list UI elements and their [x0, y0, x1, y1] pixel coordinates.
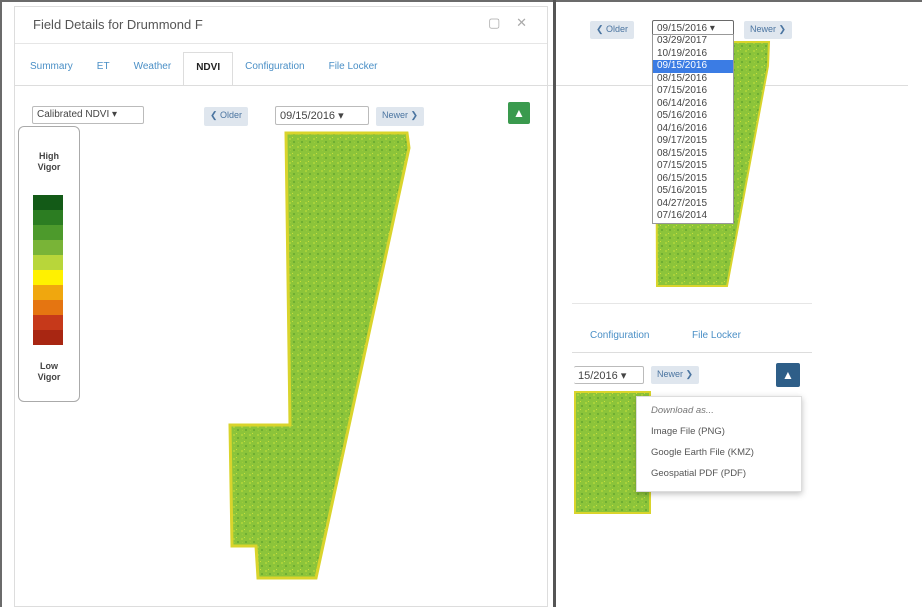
date-select-partial[interactable]: 15/2016 ▾ [574, 366, 644, 384]
list-item[interactable]: 06/15/2015 [653, 173, 733, 186]
list-item[interactable]: 06/14/2016 [653, 98, 733, 111]
list-item[interactable]: 07/15/2015 [653, 160, 733, 173]
list-item[interactable]: 09/17/2015 [653, 135, 733, 148]
field-boundary [228, 131, 411, 580]
list-item[interactable]: 05/16/2016 [653, 110, 733, 123]
list-item[interactable]: 08/15/2016 [653, 73, 733, 86]
list-item[interactable]: 05/16/2015 [653, 185, 733, 198]
download-menu: Download as... Image File (PNG) Google E… [636, 396, 802, 492]
list-item[interactable]: 03/29/2017 [653, 35, 733, 48]
right-tabs-divider [572, 352, 812, 353]
menu-item-kmz[interactable]: Google Earth File (KMZ) [637, 442, 801, 463]
newer-button-right-2[interactable]: Newer ❯ [651, 366, 700, 384]
tab-configuration-right[interactable]: Configuration [590, 330, 649, 341]
download-icon-right[interactable]: ▲ [776, 363, 800, 387]
menu-item-pdf[interactable]: Geospatial PDF (PDF) [637, 463, 801, 484]
list-item[interactable]: 04/27/2015 [653, 198, 733, 211]
panel-divider [553, 0, 556, 607]
older-button-right[interactable]: ❮ Older [590, 21, 635, 39]
right-section-divider [572, 303, 812, 304]
list-item[interactable]: 07/15/2016 [653, 85, 733, 98]
list-item[interactable]: 07/16/2014 [653, 210, 733, 223]
date-dropdown-list[interactable]: 03/29/2017 10/19/2016 09/15/2016 08/15/2… [652, 34, 734, 224]
list-item-selected[interactable]: 09/15/2016 [653, 60, 733, 73]
list-item[interactable]: 10/19/2016 [653, 48, 733, 61]
list-item[interactable]: 08/15/2015 [653, 148, 733, 161]
download-menu-header: Download as... [651, 405, 714, 416]
menu-item-png[interactable]: Image File (PNG) [637, 421, 801, 442]
list-item[interactable]: 04/16/2016 [653, 123, 733, 136]
newer-button-right[interactable]: Newer ❯ [744, 21, 793, 39]
tab-file-locker-right[interactable]: File Locker [692, 330, 741, 341]
